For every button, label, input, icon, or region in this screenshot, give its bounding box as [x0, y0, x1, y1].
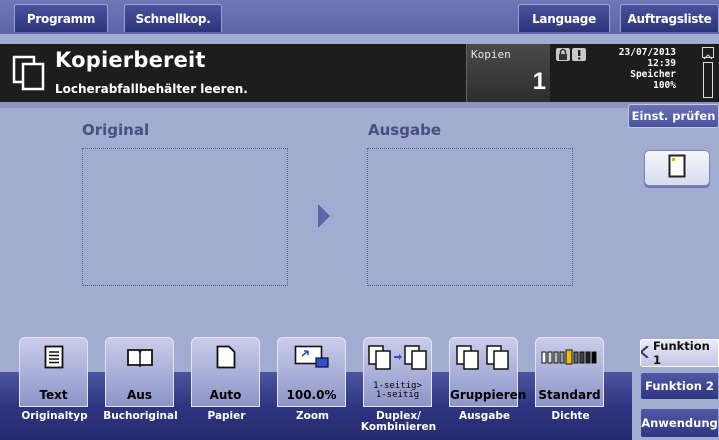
density-scale-icon	[540, 343, 600, 371]
language-button[interactable]: Language	[518, 4, 610, 32]
group-output-icon	[455, 343, 513, 371]
duplex-icon	[367, 343, 429, 371]
tab-function-1[interactable]: Funktion 1	[639, 339, 719, 367]
zoom-icon	[294, 343, 330, 371]
job-list-button[interactable]: Auftragsliste	[620, 4, 719, 32]
zoom-button[interactable]: 100.0% Zoom	[277, 337, 346, 422]
program-button[interactable]: Programm	[14, 4, 108, 32]
header-separator	[0, 102, 719, 108]
duplex-caption-line2: Kombinieren	[360, 421, 437, 433]
warning-icon[interactable]	[572, 48, 586, 61]
copy-mode-icon	[12, 55, 46, 96]
quick-copy-button[interactable]: Schnellkop.	[124, 4, 222, 32]
arrow-right-icon	[318, 204, 330, 233]
paper-value: Auto	[209, 388, 242, 402]
memory-label: Speicher	[630, 69, 676, 80]
network-icon	[702, 47, 714, 60]
duplex-caption: Duplex/ Kombinieren	[360, 411, 437, 433]
paper-caption: Papier	[207, 410, 246, 422]
book-original-caption: Buchoriginal	[103, 410, 178, 422]
status-title: Kopierbereit	[55, 48, 206, 72]
date-text: 23/07/2013	[618, 47, 676, 58]
original-type-button[interactable]: Text Originaltyp	[19, 337, 88, 422]
output-label: Ausgabe	[368, 121, 441, 139]
paper-icon	[668, 154, 686, 183]
time-text: 12:39	[647, 58, 676, 69]
paper-orientation-button[interactable]	[644, 150, 710, 186]
original-label: Original	[82, 121, 150, 139]
paper-sheet-icon	[216, 343, 236, 371]
original-type-value: Text	[39, 388, 68, 402]
date-time-display: 23/07/2013 12:39 Speicher 100%	[596, 47, 676, 91]
output-group-value: Gruppieren	[450, 388, 527, 402]
duplex-value: 1-seitig> 1-seitig	[364, 382, 431, 400]
output-group-button[interactable]: Gruppieren Ausgabe	[449, 337, 527, 422]
output-preview	[367, 148, 573, 286]
book-original-button[interactable]: Aus Buchoriginal	[103, 337, 178, 422]
document-lines-icon	[44, 343, 64, 371]
density-caption: Dichte	[551, 410, 590, 422]
original-preview	[82, 148, 288, 286]
zoom-value: 100.0%	[286, 388, 337, 402]
zoom-caption: Zoom	[296, 410, 329, 422]
lock-icon	[556, 48, 570, 61]
output-group-caption: Ausgabe	[458, 410, 511, 422]
duplex-combine-button[interactable]: 1-seitig> 1-seitig Duplex/ Kombinieren	[361, 337, 436, 433]
density-value: Standard	[538, 388, 601, 402]
duplex-value-line2: 1-seitig	[375, 390, 420, 400]
chevron-left-icon	[639, 344, 649, 361]
memory-gauge	[703, 62, 713, 98]
tab-application[interactable]: Anwendung	[640, 408, 719, 438]
tab-function-2[interactable]: Funktion 2	[640, 372, 719, 400]
density-button[interactable]: Standard Dichte	[535, 337, 604, 422]
check-settings-button[interactable]: Einst. prüfen	[628, 104, 719, 128]
copies-label: Kopien	[471, 48, 511, 61]
tab-function-1-label: Funktion 1	[653, 339, 710, 367]
memory-value: 100%	[653, 80, 676, 91]
open-book-icon	[126, 343, 154, 371]
copies-value: 1	[532, 68, 546, 95]
book-original-value: Aus	[127, 388, 152, 402]
original-type-caption: Originaltyp	[21, 410, 88, 422]
paper-button[interactable]: Auto Papier	[191, 337, 260, 422]
status-message: Locherabfallbehälter leeren.	[55, 82, 248, 96]
